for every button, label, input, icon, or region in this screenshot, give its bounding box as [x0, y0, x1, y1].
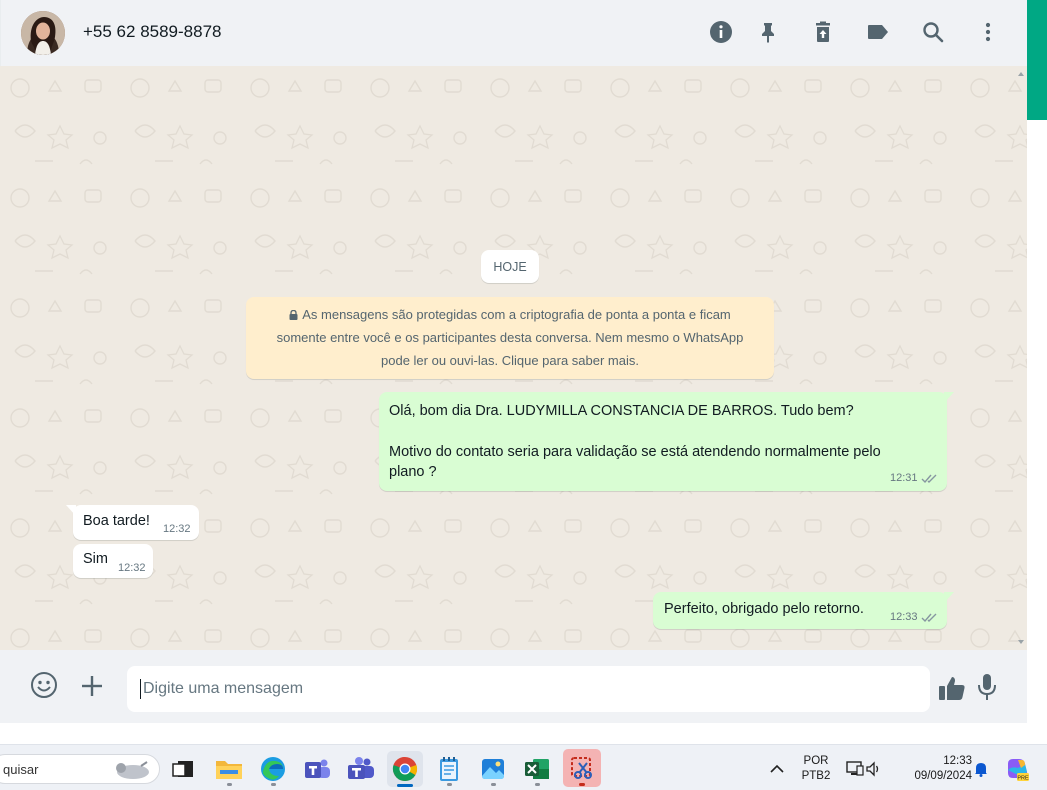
clock-time: 12:33	[943, 755, 972, 767]
folder-icon	[216, 761, 242, 779]
teams-classic-button[interactable]	[343, 751, 379, 787]
attach-plus-icon[interactable]	[78, 672, 106, 700]
copilot-button[interactable]: PRE	[1000, 751, 1034, 787]
menu-icon[interactable]	[975, 19, 1001, 45]
task-view-button[interactable]	[165, 751, 201, 787]
running-indicator	[535, 783, 540, 786]
message-text: Perfeito, obrigado pelo retorno.	[664, 601, 864, 617]
delete-icon[interactable]	[810, 19, 836, 45]
message-text: Boa tarde!	[83, 513, 150, 529]
lock-icon	[289, 304, 298, 320]
message-time: 12:32	[118, 562, 146, 574]
message-text: Olá, bom dia Dra. LUDYMILLA CONSTANCIA D…	[389, 403, 854, 419]
network-volume-tray[interactable]	[840, 751, 888, 787]
read-ticks-icon	[921, 613, 937, 623]
outgoing-message[interactable]: Perfeito, obrigado pelo retorno. 12:33	[653, 592, 954, 629]
snipping-tool-icon	[571, 757, 592, 779]
notepad-button[interactable]	[431, 751, 467, 787]
message-time: 12:31	[890, 472, 918, 484]
read-ticks-icon	[921, 474, 937, 484]
bell-icon	[975, 763, 987, 777]
info-icon[interactable]	[708, 19, 734, 45]
incoming-message[interactable]: Boa tarde! 12:32	[66, 505, 199, 540]
message-composer: Digite uma mensagem	[0, 650, 1027, 723]
edge-icon	[261, 757, 285, 781]
system-clock[interactable]: 12:33 09/09/2024	[896, 754, 972, 784]
message-input-placeholder: Digite uma mensagem	[143, 680, 304, 697]
teams-icon	[305, 759, 330, 778]
bubble-tail	[944, 392, 954, 403]
running-indicator	[447, 783, 452, 786]
microphone-icon[interactable]	[974, 672, 1000, 702]
teams-classic-icon	[348, 757, 374, 779]
label-icon[interactable]	[865, 19, 891, 45]
bubble-tail	[944, 592, 954, 603]
message-time: 12:32	[163, 523, 191, 535]
encryption-notice-line: somente entre você e os participantes de…	[276, 330, 744, 345]
notepad-icon	[440, 757, 458, 781]
volume-icon	[866, 761, 879, 777]
emoji-icon[interactable]	[29, 670, 59, 700]
chat-scrollbar[interactable]	[1017, 68, 1025, 648]
message-text: Sim	[83, 551, 108, 567]
active-indicator	[397, 784, 413, 787]
page-scroll-thumb[interactable]	[1027, 0, 1047, 120]
input-language-indicator[interactable]: POR PTB2	[800, 754, 832, 784]
bubble-tail	[66, 505, 76, 516]
show-hidden-icons-button[interactable]	[762, 751, 792, 787]
photos-icon	[482, 759, 504, 779]
excel-button[interactable]	[519, 751, 555, 787]
message-input[interactable]: Digite uma mensagem	[127, 666, 930, 712]
outgoing-message[interactable]: Olá, bom dia Dra. LUDYMILLA CONSTANCIA D…	[379, 392, 954, 491]
whatsapp-window: +55 62 8589-8878 HOJE As mensagens são p…	[0, 0, 1027, 723]
text-caret	[140, 679, 141, 699]
running-indicator	[491, 783, 496, 786]
edge-button[interactable]	[255, 751, 291, 787]
snipping-tool-button[interactable]	[563, 749, 601, 787]
attention-indicator	[579, 783, 585, 786]
search-highlight-icon	[116, 761, 149, 779]
teams-button[interactable]	[299, 751, 335, 787]
language-code: POR	[803, 755, 829, 767]
chrome-button[interactable]	[387, 751, 423, 787]
encryption-notice[interactable]: As mensagens são protegidas com a cripto…	[246, 297, 774, 379]
keyboard-layout: PTB2	[801, 770, 831, 782]
thumbs-up-icon[interactable]	[937, 673, 967, 703]
excel-icon	[525, 759, 549, 779]
running-indicator	[271, 783, 276, 786]
search-icon[interactable]	[920, 19, 946, 45]
message-time: 12:33	[890, 611, 918, 623]
pin-icon[interactable]	[755, 19, 781, 45]
chevron-up-icon	[770, 764, 784, 773]
copilot-pre-badge: PRE	[1017, 776, 1029, 782]
chrome-icon	[392, 756, 418, 782]
taskbar-search-box[interactable]: quisar	[0, 754, 160, 784]
task-view-icon	[172, 761, 193, 777]
running-indicator	[227, 783, 232, 786]
copilot-icon: PRE	[1008, 759, 1029, 782]
incoming-message[interactable]: Sim 12:32	[73, 544, 153, 578]
taskbar-search-text: quisar	[3, 762, 39, 777]
notifications-button[interactable]	[970, 751, 992, 787]
conversation-panel: HOJE As mensagens são protegidas com a c…	[0, 66, 1027, 650]
clock-date: 09/09/2024	[914, 770, 972, 782]
chat-header: +55 62 8589-8878	[0, 0, 1027, 66]
photos-button[interactable]	[475, 751, 511, 787]
message-text: Motivo do contato seria para validação s…	[389, 444, 881, 480]
file-explorer-button[interactable]	[211, 751, 247, 787]
windows-taskbar: quisar POR PTB2 12:33 09/09/2024 PRE	[0, 744, 1047, 790]
contact-avatar[interactable]	[21, 11, 65, 55]
network-icon	[846, 761, 864, 776]
encryption-notice-line: As mensagens são protegidas com a cripto…	[260, 303, 760, 326]
contact-name[interactable]: +55 62 8589-8878	[83, 22, 222, 42]
encryption-notice-line: pode ler ou ouvi-las. Clique para saber …	[381, 353, 639, 368]
date-chip: HOJE	[481, 250, 539, 283]
